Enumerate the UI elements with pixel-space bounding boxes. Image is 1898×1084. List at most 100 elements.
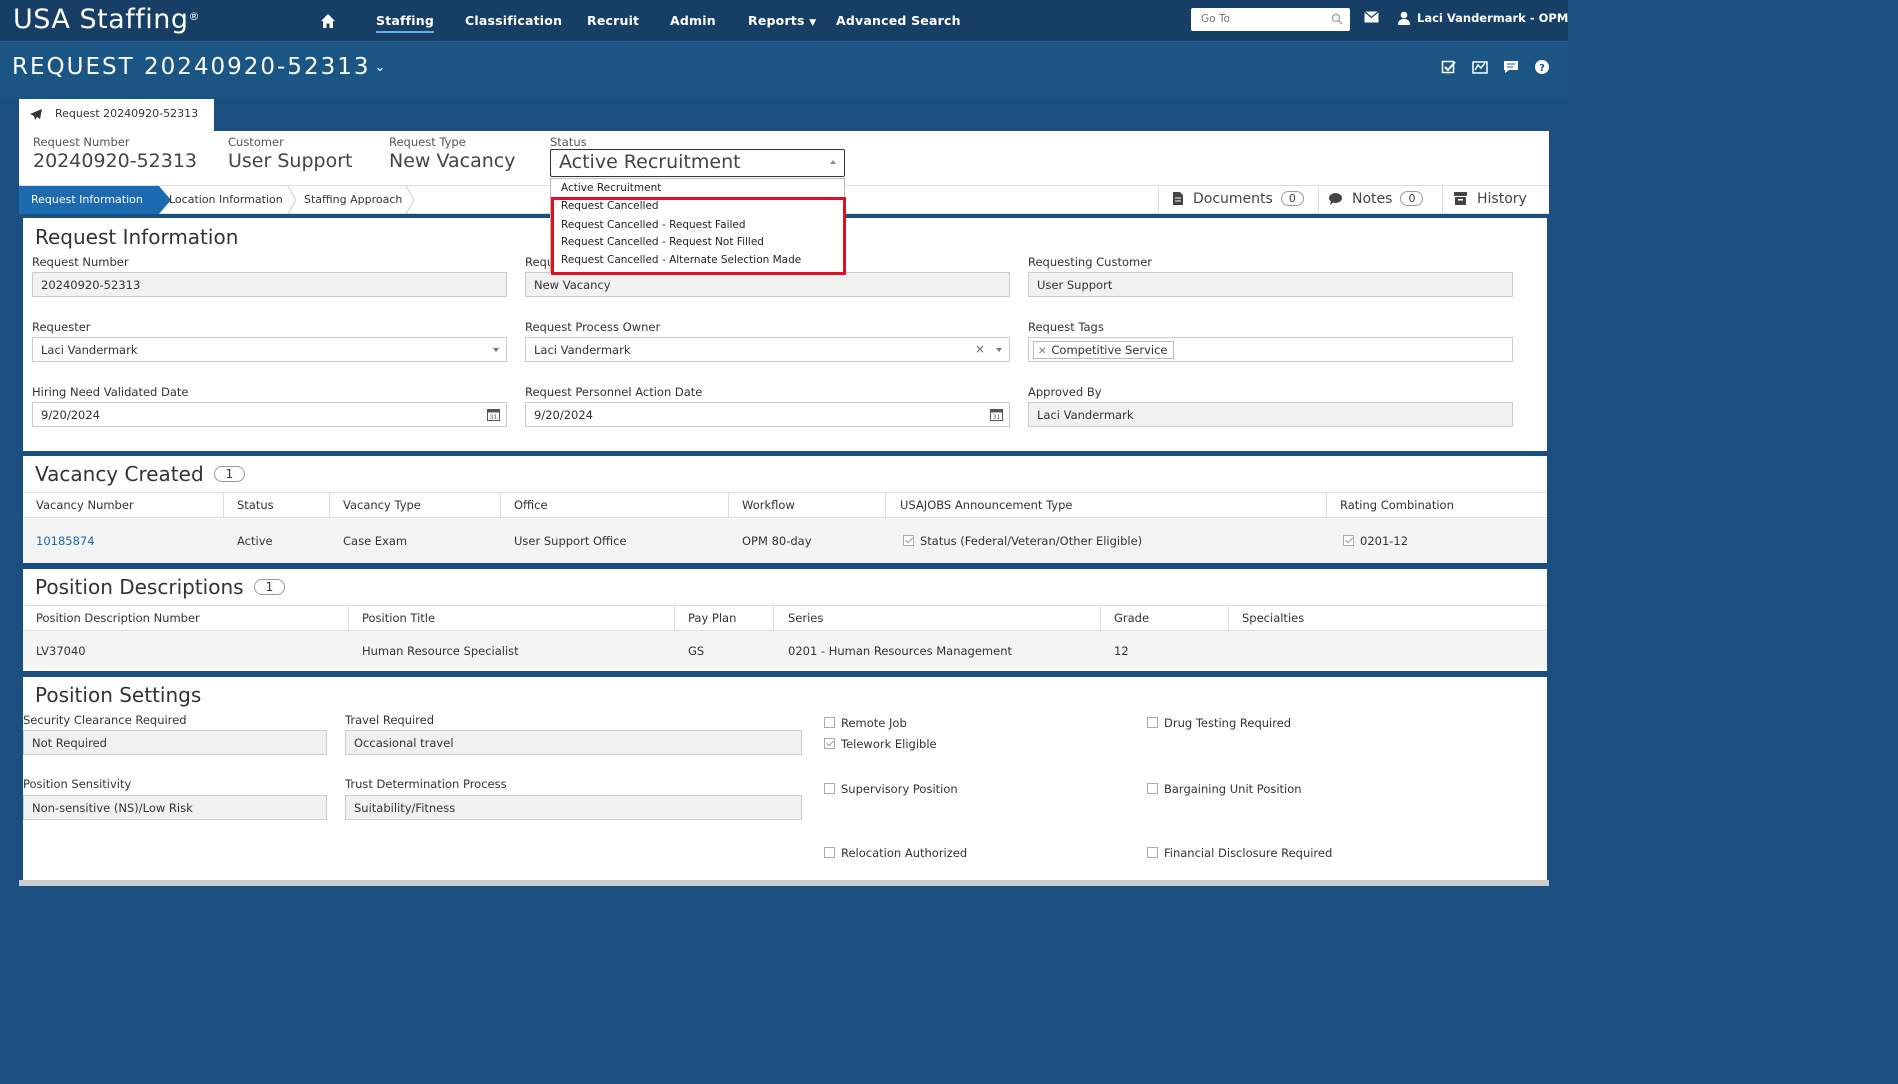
column-divider — [348, 606, 349, 631]
approved-by-field: Laci Vandermark — [1028, 402, 1513, 427]
travel-label: Travel Required — [345, 713, 435, 727]
vacancy-rating-combination: 0201-12 — [1343, 534, 1408, 548]
clearance-field: Not Required — [23, 730, 327, 755]
pd-number: LV37040 — [36, 644, 86, 658]
supervisory-checkbox[interactable]: Supervisory Position — [824, 782, 958, 796]
checkbox-checked-icon — [824, 738, 835, 749]
pa-date-label: Request Personnel Action Date — [525, 385, 703, 399]
tab-documents[interactable]: Documents 0 — [1158, 186, 1318, 214]
column-header[interactable]: Position Description Number — [36, 611, 200, 625]
tab-request[interactable]: Request 20240920-52313 — [19, 96, 214, 131]
crumb-location-information[interactable]: Location Information — [169, 193, 283, 206]
tag-chip: ✕ Competitive Service — [1033, 341, 1175, 359]
position-settings-panel: Position Settings Security Clearance Req… — [23, 677, 1547, 880]
column-header[interactable]: Grade — [1114, 611, 1149, 625]
help-icon[interactable]: ? — [1534, 59, 1550, 75]
checkbox-icon — [824, 717, 835, 728]
nav-classification[interactable]: Classification — [465, 13, 562, 28]
search-icon[interactable] — [1331, 13, 1343, 25]
column-header[interactable]: Pay Plan — [688, 611, 736, 625]
relocation-checkbox[interactable]: Relocation Authorized — [824, 846, 967, 860]
checkbox-icon — [1147, 847, 1158, 858]
user-menu[interactable]: Laci Vandermark - OPM — [1397, 11, 1568, 25]
column-header[interactable]: Position Title — [362, 611, 435, 625]
process-owner-select[interactable]: Laci Vandermark × — [525, 337, 1010, 362]
request-summary: Request Number 20240920-52313 Customer U… — [19, 131, 1549, 185]
vacancy-announcement-type: Status (Federal/Veteran/Other Eligible) — [903, 534, 1142, 548]
crumb-request-information[interactable]: Request Information — [19, 186, 171, 214]
requesting-customer-label: Requesting Customer — [1028, 255, 1153, 269]
column-header[interactable]: Vacancy Number — [36, 498, 134, 512]
document-icon — [1173, 192, 1183, 205]
status-select[interactable]: Active Recruitment — [550, 149, 845, 177]
column-divider — [223, 493, 224, 518]
pd-title: Human Resource Specialist — [362, 644, 519, 658]
chevron-down-icon: ▼ — [809, 18, 817, 28]
nav-recruit[interactable]: Recruit — [587, 13, 639, 28]
summary-request-number: Request Number 20240920-52313 — [33, 135, 198, 172]
hiring-date-input[interactable]: 9/20/2024 31 — [32, 402, 507, 427]
nav-advanced-search[interactable]: Advanced Search — [836, 13, 961, 28]
goto-input[interactable] — [1191, 8, 1321, 29]
tab-notes[interactable]: Notes 0 — [1318, 186, 1442, 214]
column-header[interactable]: Vacancy Type — [343, 498, 421, 512]
checkbox-checked-icon — [1343, 535, 1354, 546]
home-icon[interactable] — [320, 13, 336, 29]
nav-reports[interactable]: Reports ▼ — [748, 13, 816, 28]
column-divider — [674, 606, 675, 631]
clear-icon[interactable]: × — [975, 342, 985, 356]
remote-job-checkbox[interactable]: Remote Job — [824, 716, 907, 730]
drug-testing-checkbox[interactable]: Drug Testing Required — [1147, 716, 1291, 730]
status-option-active-recruitment[interactable]: Active Recruitment — [561, 182, 661, 194]
hiring-date-label: Hiring Need Validated Date — [32, 385, 189, 399]
telework-checkbox[interactable]: Telework Eligible — [824, 737, 937, 751]
page-title[interactable]: REQUEST 20240920-52313 ⌄ — [12, 54, 387, 80]
column-header[interactable]: Workflow — [742, 498, 795, 512]
column-divider — [1326, 493, 1327, 518]
bargaining-unit-checkbox[interactable]: Bargaining Unit Position — [1147, 782, 1302, 796]
column-header[interactable]: Specialties — [1242, 611, 1304, 625]
mail-icon[interactable] — [1364, 11, 1379, 23]
usa-staffing-logo[interactable]: USA Staffing® — [13, 4, 200, 35]
crumb-separator — [405, 186, 415, 214]
column-header[interactable]: Status — [237, 498, 274, 512]
vacancy-created-panel: Vacancy Created 1 Vacancy Number Status V… — [23, 456, 1547, 563]
request-tags-input[interactable]: ✕ Competitive Service — [1028, 337, 1513, 362]
sensitivity-field: Non-sensitive (NS)/Low Risk — [23, 795, 327, 820]
vacancy-number-link[interactable]: 10185874 — [36, 534, 95, 548]
nav-admin[interactable]: Admin — [670, 13, 716, 28]
column-divider — [728, 493, 729, 518]
financial-disclosure-checkbox[interactable]: Financial Disclosure Required — [1147, 846, 1332, 860]
column-header[interactable]: USAJOBS Announcement Type — [900, 498, 1072, 512]
checklist-icon[interactable] — [1441, 59, 1457, 75]
section-title: Position Settings — [35, 683, 202, 707]
crumb-separator — [287, 186, 297, 214]
section-title: Vacancy Created 1 — [35, 462, 246, 486]
chevron-down-icon — [493, 348, 499, 352]
requester-label: Requester — [32, 320, 91, 334]
calendar-icon[interactable]: 31 — [990, 408, 1003, 421]
requester-select[interactable]: Laci Vandermark — [32, 337, 507, 362]
pd-grade: 12 — [1114, 644, 1129, 658]
nav-staffing[interactable]: Staffing — [376, 13, 435, 33]
chart-icon[interactable] — [1472, 59, 1488, 75]
summary-customer: Customer User Support — [228, 135, 353, 172]
crumb-staffing-approach[interactable]: Staffing Approach — [304, 193, 402, 206]
calendar-icon[interactable]: 31 — [487, 408, 500, 421]
requesting-customer-field: User Support — [1028, 272, 1513, 297]
highlight-box — [551, 197, 846, 275]
pa-date-input[interactable]: 9/20/2024 31 — [525, 402, 1010, 427]
column-header[interactable]: Rating Combination — [1340, 498, 1454, 512]
pd-pay-plan: GS — [688, 644, 705, 658]
archive-icon — [1454, 192, 1467, 205]
notes-count-badge: 0 — [1400, 191, 1424, 206]
tab-history[interactable]: History — [1442, 186, 1549, 214]
checkbox-icon — [1147, 717, 1158, 728]
column-header[interactable]: Office — [514, 498, 548, 512]
remove-tag-icon[interactable]: ✕ — [1038, 346, 1046, 357]
comment-icon[interactable] — [1503, 59, 1519, 75]
request-type-field: New Vacancy — [525, 272, 1010, 297]
pd-series: 0201 - Human Resources Management — [788, 644, 1012, 658]
request-number-label: Request Number — [32, 255, 129, 269]
column-header[interactable]: Series — [788, 611, 823, 625]
